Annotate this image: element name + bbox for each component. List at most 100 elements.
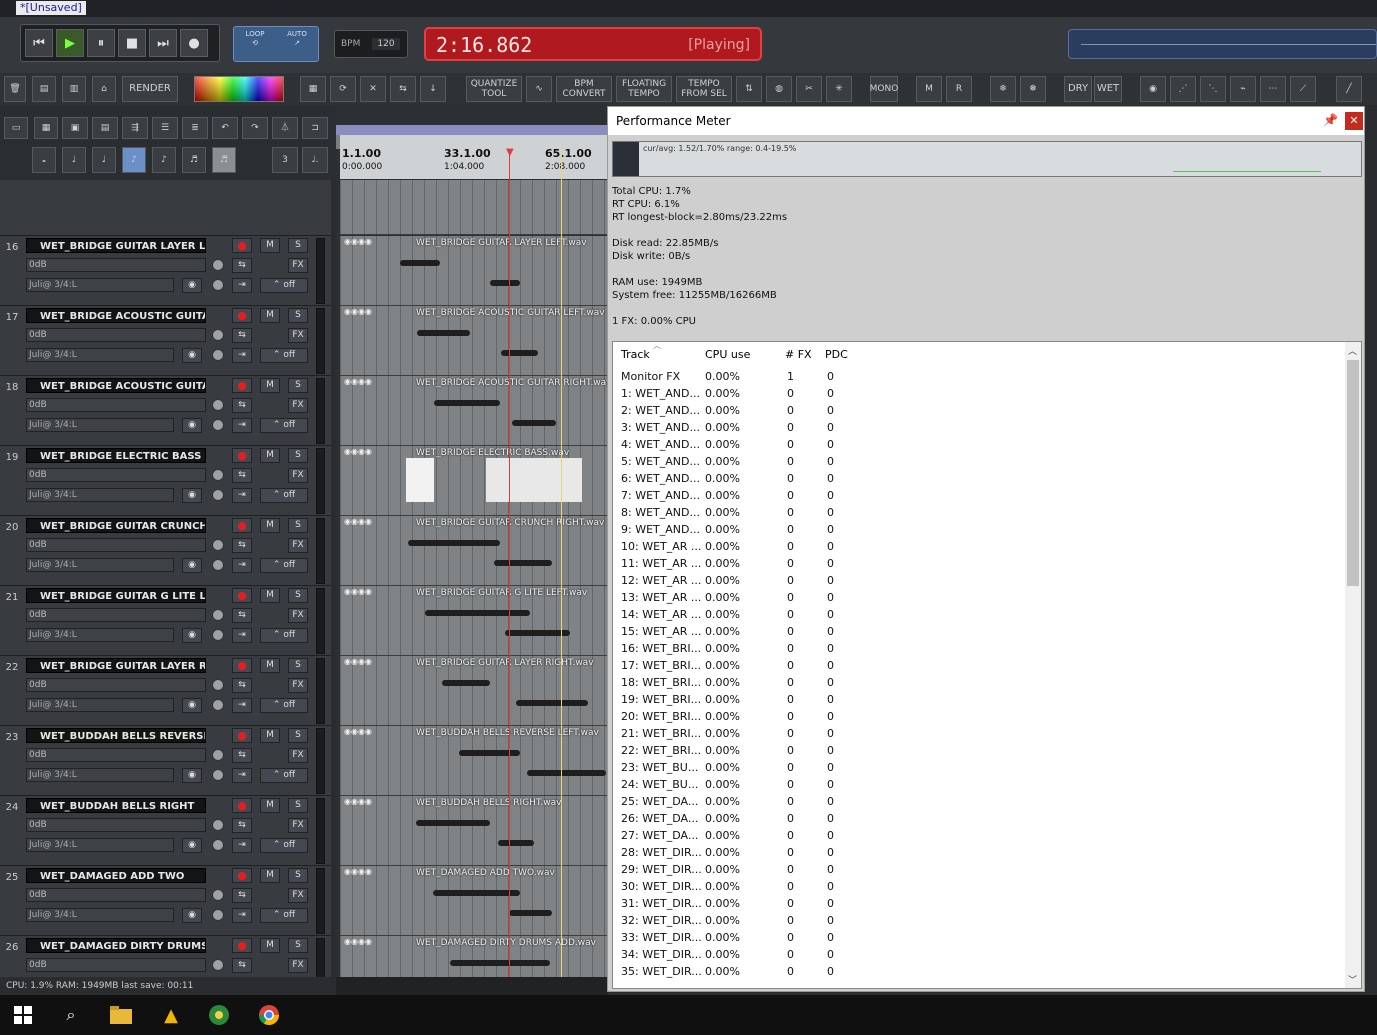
list-item[interactable]: 28: WET_DIR... 0.00% 0 0: [613, 844, 1345, 861]
record-arm-icon[interactable]: ●: [232, 798, 252, 813]
item-lane[interactable]: ◉◉◉◉ WET_BRIDGE GUITAR LAYER LEFT.wav: [340, 236, 608, 306]
solo-button[interactable]: S: [288, 798, 308, 813]
track-panel[interactable]: 24 WET_BUDDAH BELLS RIGHT ● M S 0dB ⇆ FX…: [0, 796, 331, 866]
metronome-icon[interactable]: ⏃: [272, 117, 298, 139]
item-lane[interactable]: ◉◉◉◉ WET_BUDDAH BELLS REVERSE LEFT.wav: [340, 726, 608, 796]
track-name[interactable]: WET_BRIDGE GUITAR LAYER LEF: [26, 238, 206, 253]
list-item[interactable]: 25: WET_DA... 0.00% 0 0: [613, 793, 1345, 810]
new-envelope-icon[interactable]: ⋰: [1170, 76, 1196, 102]
item-icons[interactable]: ◉◉◉◉: [344, 727, 372, 736]
list-item[interactable]: 29: WET_DIR... 0.00% 0 0: [613, 861, 1345, 878]
thirtysecond-note-icon[interactable]: ♬: [182, 147, 206, 173]
track-panel[interactable]: 17 WET_BRIDGE ACOUSTIC GUITAR ● M S 0dB …: [0, 306, 331, 376]
performance-meter-title[interactable]: Performance Meter: [608, 107, 1364, 135]
record-arm-icon[interactable]: ●: [232, 728, 252, 743]
tempo-from-sel-button[interactable]: TEMPO FROM SEL: [676, 76, 732, 102]
input-selector[interactable]: Juli@ 3/4:L: [26, 768, 174, 782]
bpm-box[interactable]: BPM 120: [334, 30, 408, 58]
list-item[interactable]: 33: WET_DIR... 0.00% 0 0: [613, 929, 1345, 946]
track-name[interactable]: WET_BRIDGE ELECTRIC BASS: [26, 448, 206, 463]
horizontal-scrollbar[interactable]: [336, 977, 608, 995]
fx-button[interactable]: FX: [288, 748, 308, 763]
pan-knob-icon[interactable]: [212, 399, 224, 411]
route-icon[interactable]: ⇥: [232, 348, 252, 363]
record-arm-icon[interactable]: ●: [232, 938, 252, 953]
volume-fader[interactable]: 0dB: [26, 258, 206, 272]
item-lane[interactable]: ◉◉◉◉ WET_BRIDGE ACOUSTIC GUITAR RIGHT.wa…: [340, 376, 608, 446]
monitor-icon[interactable]: ◉: [182, 908, 202, 923]
fx-button[interactable]: FX: [288, 608, 308, 623]
line-tool-icon[interactable]: ╱: [1336, 76, 1362, 102]
mute-button[interactable]: M: [260, 308, 280, 323]
monitor-icon[interactable]: ◉: [182, 628, 202, 643]
column-fx-count[interactable]: # FX: [785, 348, 812, 361]
monitor-icon[interactable]: ◉: [182, 698, 202, 713]
record-arm-icon[interactable]: ●: [232, 868, 252, 883]
record-arm-icon[interactable]: ●: [232, 238, 252, 253]
waveform-icon[interactable]: ∿: [526, 76, 552, 102]
fx-button[interactable]: FX: [288, 258, 308, 273]
browser-icon[interactable]: [204, 1000, 234, 1030]
track-name[interactable]: WET_DAMAGED ADD TWO: [26, 868, 206, 883]
close-icon[interactable]: ✕: [1345, 112, 1363, 130]
region-bar[interactable]: [336, 125, 608, 135]
list-item[interactable]: 16: WET_BRI... 0.00% 0 0: [613, 640, 1345, 657]
width-knob-icon[interactable]: [212, 839, 224, 851]
automation-mode[interactable]: ⌃ off: [260, 698, 308, 713]
pause-icon[interactable]: ⏸: [87, 29, 115, 57]
input-selector[interactable]: Juli@ 3/4:L: [26, 558, 174, 572]
column-pdc[interactable]: PDC: [825, 348, 848, 361]
bpm-value[interactable]: 120: [372, 38, 400, 50]
track-panel[interactable]: 26 WET_DAMAGED DIRTY DRUMS AI ● M S 0dB …: [0, 936, 331, 977]
fx-button[interactable]: FX: [288, 398, 308, 413]
fx-button[interactable]: FX: [288, 678, 308, 693]
monitor-icon[interactable]: ◉: [182, 278, 202, 293]
list-item[interactable]: 30: WET_DIR... 0.00% 0 0: [613, 878, 1345, 895]
mute-button[interactable]: M: [260, 518, 280, 533]
solo-button[interactable]: S: [288, 728, 308, 743]
volume-fader[interactable]: 0dB: [26, 888, 206, 902]
project-tab[interactable]: *[Unsaved]: [16, 1, 86, 15]
solo-button[interactable]: S: [288, 938, 308, 953]
volume-fader[interactable]: 0dB: [26, 818, 206, 832]
item-icons[interactable]: ◉◉◉◉: [344, 237, 372, 246]
route-icon[interactable]: ⇥: [232, 278, 252, 293]
fx-button[interactable]: FX: [288, 538, 308, 553]
input-selector[interactable]: Juli@ 3/4:L: [26, 348, 174, 362]
skip-start-icon[interactable]: ⏮: [25, 29, 53, 57]
mute-button[interactable]: M: [260, 238, 280, 253]
layers-icon[interactable]: ≣: [182, 117, 208, 139]
item-lane[interactable]: ◉◉◉◉ WET_BRIDGE ACOUSTIC GUITAR LEFT.wav: [340, 306, 608, 376]
skip-end-icon[interactable]: ⏭: [149, 29, 177, 57]
list-item[interactable]: 13: WET_AR ... 0.00% 0 0: [613, 589, 1345, 606]
remove-icon[interactable]: ✕: [360, 76, 386, 102]
item-lane[interactable]: ◉◉◉◉ WET_BUDDAH BELLS RIGHT.wav: [340, 796, 608, 866]
scissors-icon[interactable]: ✂: [796, 76, 822, 102]
route-icon[interactable]: ⇥: [232, 488, 252, 503]
io-icon[interactable]: ⇆: [232, 818, 252, 833]
sixtyfourth-note-icon[interactable]: ♬: [212, 147, 236, 173]
volume-fader[interactable]: 0dB: [26, 748, 206, 762]
stretch-icon[interactable]: ✳: [826, 76, 852, 102]
pan-knob-icon[interactable]: [212, 609, 224, 621]
mute-button[interactable]: M: [260, 448, 280, 463]
list-item[interactable]: 35: WET_DIR... 0.00% 0 0: [613, 963, 1345, 980]
mute-button[interactable]: M: [260, 378, 280, 393]
monitor-icon[interactable]: ◉: [182, 768, 202, 783]
item-name[interactable]: WET_BRIDGE ACOUSTIC GUITAR RIGHT.wav: [416, 378, 608, 388]
item-lane[interactable]: ◉◉◉◉ WET_BRIDGE ELECTRIC BASS.wav: [340, 446, 608, 516]
width-knob-icon[interactable]: [212, 629, 224, 641]
input-selector[interactable]: Juli@ 3/4:L: [26, 698, 174, 712]
item-icons[interactable]: ◉◉◉◉: [344, 447, 372, 456]
route-icon[interactable]: ⇥: [232, 838, 252, 853]
list-item[interactable]: 3: WET_AND... 0.00% 0 0: [613, 419, 1345, 436]
width-knob-icon[interactable]: [212, 419, 224, 431]
pan-knob-icon[interactable]: [212, 819, 224, 831]
io-icon[interactable]: ⇆: [232, 748, 252, 763]
search-icon[interactable]: ⌕: [56, 1000, 86, 1030]
solo-button[interactable]: S: [288, 518, 308, 533]
list-item[interactable]: 21: WET_BRI... 0.00% 0 0: [613, 725, 1345, 742]
list-item[interactable]: 17: WET_BRI... 0.00% 0 0: [613, 657, 1345, 674]
fx-button[interactable]: FX: [288, 958, 308, 973]
mute-button[interactable]: M: [260, 868, 280, 883]
